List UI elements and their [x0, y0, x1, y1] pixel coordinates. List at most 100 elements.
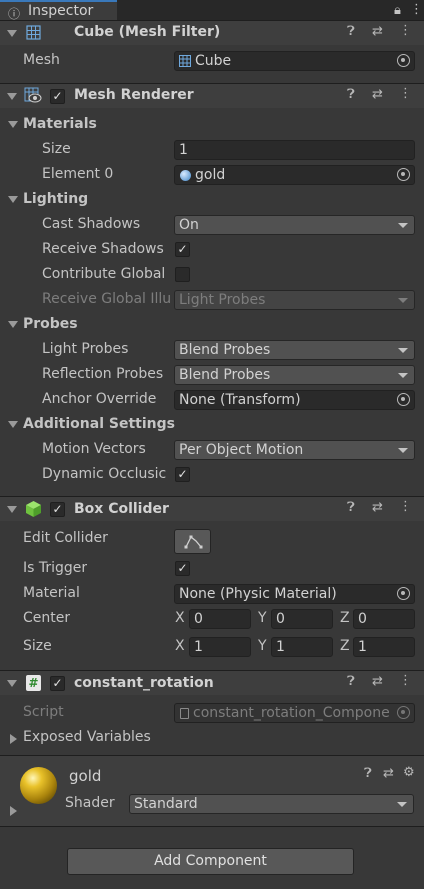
element0-object-field[interactable]: gold	[174, 165, 415, 185]
center-y-field[interactable]: 0	[271, 609, 333, 629]
materials-section[interactable]: Materials	[23, 116, 97, 132]
component-title: Box Collider	[74, 501, 169, 517]
add-component-button[interactable]: Add Component	[67, 848, 354, 875]
help-icon[interactable]: ❓︎	[364, 766, 372, 781]
chevron-down-icon	[397, 802, 407, 807]
size-label: Size	[42, 141, 71, 157]
size-x-field[interactable]: 1	[189, 637, 251, 657]
object-picker-icon[interactable]	[397, 54, 410, 67]
light-probes-dropdown[interactable]: Blend Probes	[174, 340, 415, 360]
box-collider-header[interactable]: ✓ Box Collider ❓︎ ⇄ ⋮	[0, 496, 424, 521]
component-title: constant_rotation	[74, 675, 214, 691]
enabled-checkbox[interactable]: ✓	[50, 502, 65, 517]
edit-collider-button[interactable]	[174, 529, 211, 554]
foldout-arrow-icon[interactable]	[7, 506, 17, 513]
preset-icon[interactable]: ⇄	[372, 87, 383, 102]
element0-value: gold	[195, 167, 226, 183]
material-section: gold ❓︎ ⇄ ⚙ Shader Standard	[0, 756, 424, 826]
is-trigger-checkbox[interactable]: ✓	[175, 561, 190, 576]
foldout-arrow-icon[interactable]	[8, 196, 18, 203]
tab-inspector[interactable]: ⓘ Inspector	[0, 0, 117, 21]
cast-shadows-dropdown[interactable]: On	[174, 215, 415, 235]
axis-z-label: Z	[340, 638, 350, 654]
axis-y-label: Y	[258, 638, 267, 654]
object-picker-icon[interactable]	[397, 393, 410, 406]
foldout-arrow-icon[interactable]	[7, 30, 17, 37]
chevron-down-icon	[398, 348, 408, 353]
edit-collider-icon	[184, 535, 203, 549]
size-y-field[interactable]: 1	[271, 637, 333, 657]
gear-icon[interactable]: ⚙	[403, 765, 415, 780]
component-title: Mesh Renderer	[74, 87, 194, 103]
receive-shadows-checkbox[interactable]: ✓	[175, 242, 190, 257]
dropdown-value: Light Probes	[179, 292, 266, 308]
center-z-field[interactable]: 0	[353, 609, 415, 629]
light-probes-label: Light Probes	[42, 341, 129, 357]
script-value: constant_rotation_Compone	[193, 705, 390, 721]
mesh-renderer-header[interactable]: ✓ Mesh Renderer ❓︎ ⇄ ⋮	[0, 83, 424, 108]
anchor-override-field[interactable]: None (Transform)	[174, 390, 415, 410]
reflection-probes-dropdown[interactable]: Blend Probes	[174, 365, 415, 385]
dropdown-value: Standard	[134, 796, 198, 812]
size-field[interactable]: 1	[174, 140, 415, 160]
preset-icon[interactable]: ⇄	[372, 24, 383, 39]
mesh-renderer-icon	[24, 87, 42, 103]
help-icon[interactable]: ❓︎	[347, 87, 355, 102]
foldout-arrow-icon[interactable]	[7, 680, 17, 687]
receive-gi-dropdown: Light Probes	[174, 290, 415, 310]
lighting-section[interactable]: Lighting	[23, 191, 88, 207]
kebab-menu-icon[interactable]: ⋮	[399, 673, 412, 688]
mesh-object-field[interactable]: Cube	[174, 51, 415, 71]
mesh-grid-icon	[26, 25, 41, 40]
foldout-arrow-icon[interactable]	[8, 321, 18, 328]
foldout-arrow-icon[interactable]	[7, 93, 17, 100]
chevron-down-icon	[398, 448, 408, 453]
enabled-checkbox[interactable]: ✓	[50, 89, 65, 104]
physic-material-field[interactable]: None (Physic Material)	[174, 584, 415, 604]
object-picker-icon	[397, 706, 410, 719]
additional-settings-section[interactable]: Additional Settings	[23, 416, 175, 432]
foldout-arrow-icon[interactable]	[10, 734, 17, 744]
material-name: gold	[69, 767, 102, 785]
preset-icon[interactable]: ⇄	[372, 500, 383, 515]
script-label: Script	[23, 704, 64, 720]
mesh-filter-header[interactable]: Cube (Mesh Filter) ❓︎ ⇄ ⋮	[0, 20, 424, 45]
size-label: Size	[23, 638, 52, 654]
kebab-menu-icon[interactable]: ⋮	[399, 499, 412, 514]
center-label: Center	[23, 610, 71, 626]
lock-icon[interactable]: 🔒︎	[394, 4, 401, 18]
shader-dropdown[interactable]: Standard	[129, 794, 414, 814]
material-label: Material	[23, 585, 80, 601]
foldout-arrow-icon[interactable]	[8, 121, 18, 128]
kebab-menu-icon[interactable]: ⋮	[410, 3, 423, 17]
contribute-global-checkbox[interactable]	[175, 267, 190, 282]
center-x-field[interactable]: 0	[189, 609, 251, 629]
help-icon[interactable]: ❓︎	[347, 500, 355, 515]
reflection-probes-label: Reflection Probes	[42, 366, 164, 382]
object-picker-icon[interactable]	[397, 168, 410, 181]
enabled-checkbox[interactable]: ✓	[50, 676, 65, 691]
receive-shadows-label: Receive Shadows	[42, 241, 164, 257]
motion-vectors-label: Motion Vectors	[42, 441, 146, 457]
help-icon[interactable]: ❓︎	[347, 674, 355, 689]
probes-section[interactable]: Probes	[23, 316, 78, 332]
size-z-field[interactable]: 1	[353, 637, 415, 657]
exposed-variables-label[interactable]: Exposed Variables	[23, 729, 151, 745]
preset-icon[interactable]: ⇄	[372, 674, 383, 689]
box-collider-icon	[26, 501, 41, 517]
script-component-header[interactable]: # ✓ constant_rotation ❓︎ ⇄ ⋮	[0, 670, 424, 695]
element0-label: Element 0	[42, 166, 114, 182]
foldout-arrow-icon[interactable]	[10, 806, 17, 816]
object-picker-icon[interactable]	[397, 587, 410, 600]
foldout-arrow-icon[interactable]	[8, 421, 18, 428]
preset-icon[interactable]: ⇄	[383, 766, 394, 781]
dynamic-occlusion-checkbox[interactable]: ✓	[175, 467, 190, 482]
help-icon[interactable]: ❓︎	[347, 24, 355, 39]
shader-label: Shader	[65, 795, 115, 811]
mesh-value: Cube	[195, 53, 232, 69]
anchor-override-label: Anchor Override	[42, 391, 157, 407]
motion-vectors-dropdown[interactable]: Per Object Motion	[174, 440, 415, 460]
kebab-menu-icon[interactable]: ⋮	[399, 23, 412, 38]
chevron-down-icon	[398, 223, 408, 228]
kebab-menu-icon[interactable]: ⋮	[399, 86, 412, 101]
